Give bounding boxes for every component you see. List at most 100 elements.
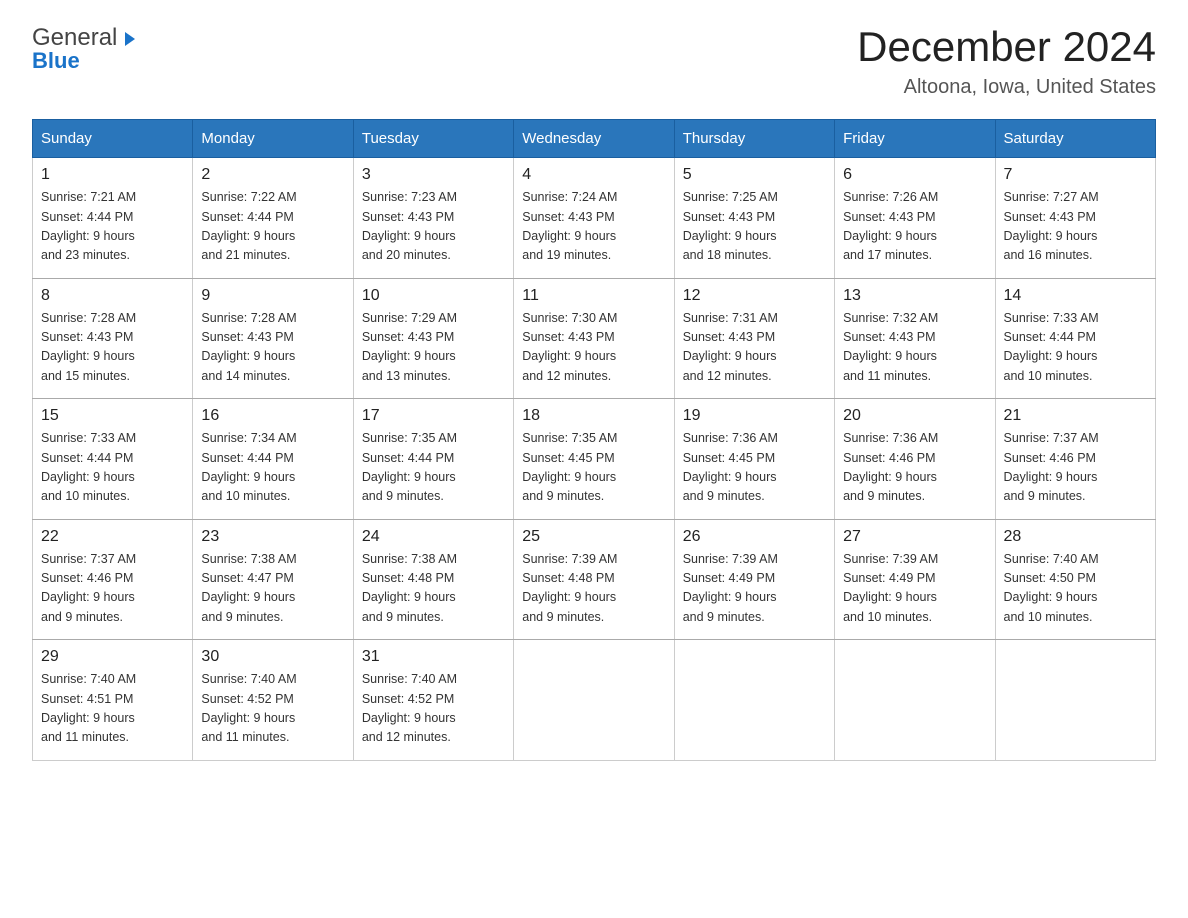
daylight-detail: and 9 minutes. (683, 610, 765, 624)
table-row: 7 Sunrise: 7:27 AM Sunset: 4:43 PM Dayli… (995, 158, 1155, 279)
table-row (674, 640, 834, 761)
sunrise-label: Sunrise: 7:38 AM (362, 552, 457, 566)
daylight-detail: and 9 minutes. (522, 489, 604, 503)
daylight-label: Daylight: 9 hours (1004, 229, 1098, 243)
daylight-detail: and 12 minutes. (683, 369, 772, 383)
sunrise-label: Sunrise: 7:31 AM (683, 311, 778, 325)
day-info: Sunrise: 7:39 AM Sunset: 4:49 PM Dayligh… (683, 550, 826, 628)
sunset-label: Sunset: 4:43 PM (362, 210, 454, 224)
table-row: 8 Sunrise: 7:28 AM Sunset: 4:43 PM Dayli… (33, 278, 193, 399)
sunrise-label: Sunrise: 7:40 AM (362, 672, 457, 686)
day-info: Sunrise: 7:28 AM Sunset: 4:43 PM Dayligh… (41, 309, 184, 387)
day-number: 15 (41, 407, 184, 425)
daylight-detail: and 9 minutes. (1004, 489, 1086, 503)
table-row: 13 Sunrise: 7:32 AM Sunset: 4:43 PM Dayl… (835, 278, 995, 399)
sunset-label: Sunset: 4:47 PM (201, 571, 293, 585)
sunset-label: Sunset: 4:49 PM (843, 571, 935, 585)
daylight-label: Daylight: 9 hours (41, 229, 135, 243)
calendar-week-5: 29 Sunrise: 7:40 AM Sunset: 4:51 PM Dayl… (33, 640, 1156, 761)
day-info: Sunrise: 7:34 AM Sunset: 4:44 PM Dayligh… (201, 429, 344, 507)
sunset-label: Sunset: 4:49 PM (683, 571, 775, 585)
table-row: 11 Sunrise: 7:30 AM Sunset: 4:43 PM Dayl… (514, 278, 674, 399)
table-row: 29 Sunrise: 7:40 AM Sunset: 4:51 PM Dayl… (33, 640, 193, 761)
sunrise-label: Sunrise: 7:26 AM (843, 190, 938, 204)
sunset-label: Sunset: 4:43 PM (362, 330, 454, 344)
calendar-week-2: 8 Sunrise: 7:28 AM Sunset: 4:43 PM Dayli… (33, 278, 1156, 399)
daylight-detail: and 10 minutes. (41, 489, 130, 503)
day-number: 24 (362, 528, 505, 546)
day-number: 27 (843, 528, 986, 546)
daylight-label: Daylight: 9 hours (1004, 590, 1098, 604)
header-wednesday: Wednesday (514, 120, 674, 158)
daylight-detail: and 20 minutes. (362, 248, 451, 262)
day-number: 18 (522, 407, 665, 425)
day-info: Sunrise: 7:36 AM Sunset: 4:46 PM Dayligh… (843, 429, 986, 507)
day-info: Sunrise: 7:30 AM Sunset: 4:43 PM Dayligh… (522, 309, 665, 387)
table-row: 21 Sunrise: 7:37 AM Sunset: 4:46 PM Dayl… (995, 399, 1155, 520)
daylight-label: Daylight: 9 hours (843, 470, 937, 484)
daylight-label: Daylight: 9 hours (41, 590, 135, 604)
day-number: 26 (683, 528, 826, 546)
day-number: 28 (1004, 528, 1147, 546)
day-number: 21 (1004, 407, 1147, 425)
day-info: Sunrise: 7:25 AM Sunset: 4:43 PM Dayligh… (683, 188, 826, 266)
day-info: Sunrise: 7:39 AM Sunset: 4:49 PM Dayligh… (843, 550, 986, 628)
day-number: 7 (1004, 166, 1147, 184)
daylight-detail: and 19 minutes. (522, 248, 611, 262)
table-row: 25 Sunrise: 7:39 AM Sunset: 4:48 PM Dayl… (514, 519, 674, 640)
day-info: Sunrise: 7:36 AM Sunset: 4:45 PM Dayligh… (683, 429, 826, 507)
sunset-label: Sunset: 4:43 PM (843, 330, 935, 344)
page-header: General Blue December 2024 Altoona, Iowa… (32, 24, 1156, 99)
sunrise-label: Sunrise: 7:35 AM (522, 431, 617, 445)
sunrise-label: Sunrise: 7:21 AM (41, 190, 136, 204)
daylight-label: Daylight: 9 hours (362, 470, 456, 484)
day-number: 2 (201, 166, 344, 184)
day-info: Sunrise: 7:24 AM Sunset: 4:43 PM Dayligh… (522, 188, 665, 266)
page-subtitle: Altoona, Iowa, United States (857, 76, 1156, 99)
calendar-week-4: 22 Sunrise: 7:37 AM Sunset: 4:46 PM Dayl… (33, 519, 1156, 640)
day-number: 19 (683, 407, 826, 425)
sunset-label: Sunset: 4:46 PM (843, 451, 935, 465)
day-info: Sunrise: 7:40 AM Sunset: 4:51 PM Dayligh… (41, 670, 184, 748)
day-number: 14 (1004, 287, 1147, 305)
day-number: 11 (522, 287, 665, 305)
daylight-label: Daylight: 9 hours (683, 349, 777, 363)
logo-blue-text: Blue (32, 48, 139, 74)
table-row: 16 Sunrise: 7:34 AM Sunset: 4:44 PM Dayl… (193, 399, 353, 520)
table-row: 12 Sunrise: 7:31 AM Sunset: 4:43 PM Dayl… (674, 278, 834, 399)
daylight-detail: and 16 minutes. (1004, 248, 1093, 262)
daylight-detail: and 18 minutes. (683, 248, 772, 262)
sunrise-label: Sunrise: 7:39 AM (843, 552, 938, 566)
sunrise-label: Sunrise: 7:40 AM (41, 672, 136, 686)
day-number: 6 (843, 166, 986, 184)
daylight-detail: and 12 minutes. (522, 369, 611, 383)
table-row (835, 640, 995, 761)
table-row: 31 Sunrise: 7:40 AM Sunset: 4:52 PM Dayl… (353, 640, 513, 761)
daylight-label: Daylight: 9 hours (843, 590, 937, 604)
sunset-label: Sunset: 4:44 PM (41, 451, 133, 465)
table-row: 6 Sunrise: 7:26 AM Sunset: 4:43 PM Dayli… (835, 158, 995, 279)
daylight-label: Daylight: 9 hours (41, 470, 135, 484)
daylight-label: Daylight: 9 hours (201, 470, 295, 484)
day-number: 30 (201, 648, 344, 666)
header-monday: Monday (193, 120, 353, 158)
day-number: 25 (522, 528, 665, 546)
daylight-label: Daylight: 9 hours (683, 470, 777, 484)
calendar-header-row: Sunday Monday Tuesday Wednesday Thursday… (33, 120, 1156, 158)
table-row: 5 Sunrise: 7:25 AM Sunset: 4:43 PM Dayli… (674, 158, 834, 279)
daylight-label: Daylight: 9 hours (362, 349, 456, 363)
sunset-label: Sunset: 4:52 PM (362, 692, 454, 706)
sunset-label: Sunset: 4:48 PM (522, 571, 614, 585)
day-info: Sunrise: 7:33 AM Sunset: 4:44 PM Dayligh… (41, 429, 184, 507)
daylight-detail: and 23 minutes. (41, 248, 130, 262)
sunrise-label: Sunrise: 7:40 AM (201, 672, 296, 686)
daylight-label: Daylight: 9 hours (843, 229, 937, 243)
day-number: 29 (41, 648, 184, 666)
sunset-label: Sunset: 4:43 PM (1004, 210, 1096, 224)
day-number: 10 (362, 287, 505, 305)
sunset-label: Sunset: 4:50 PM (1004, 571, 1096, 585)
sunset-label: Sunset: 4:44 PM (201, 210, 293, 224)
day-number: 16 (201, 407, 344, 425)
calendar-table: Sunday Monday Tuesday Wednesday Thursday… (32, 119, 1156, 761)
sunset-label: Sunset: 4:44 PM (362, 451, 454, 465)
